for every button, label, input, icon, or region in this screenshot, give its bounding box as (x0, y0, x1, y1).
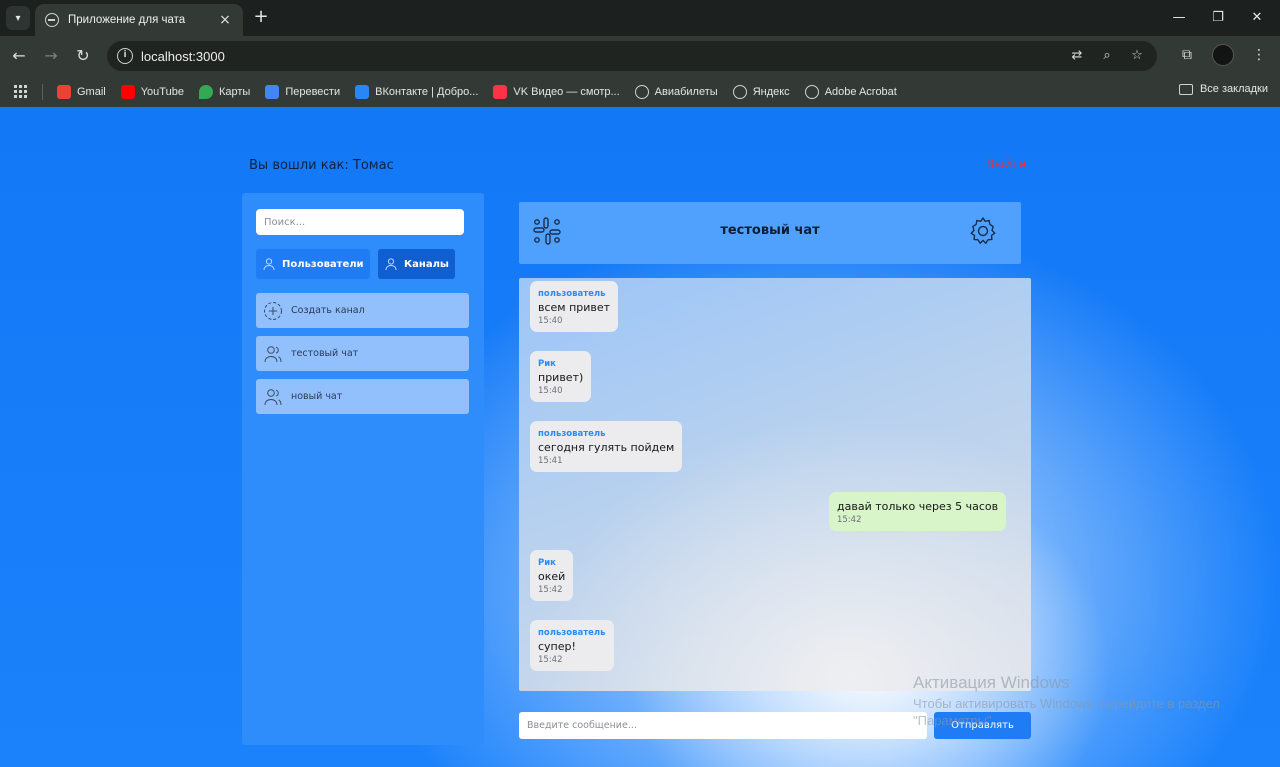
tab-title: Приложение для чата (68, 14, 186, 26)
vk-icon (355, 84, 370, 99)
browser-toolbar: ← → ↻ i localhost:3000 ⇄ ⌕ ☆ ⧉ ⋮ (0, 36, 1280, 76)
url-text: localhost:3000 (141, 48, 225, 64)
message-text: окей (538, 570, 566, 583)
address-bar[interactable]: i localhost:3000 ⇄ ⌕ ☆ (107, 41, 1157, 71)
messages-list: пользователь всем привет 15:40 Рик приве… (519, 278, 1031, 691)
site-info-icon[interactable]: i (117, 48, 133, 64)
globe-icon (634, 84, 649, 99)
users-icon (264, 345, 282, 362)
message-author: пользователь (538, 429, 606, 439)
windows-activation-text: Чтобы активировать Windows, перейдите в … (913, 696, 1220, 711)
create-channel-button[interactable]: Создать канал (256, 293, 469, 328)
users-button[interactable]: Пользователи (256, 249, 370, 279)
folder-icon (1178, 83, 1193, 95)
bookmark-vk[interactable]: ВКонтакте | Добро... (355, 84, 478, 99)
bookmark-translate[interactable]: Перевести (265, 84, 340, 99)
channel-item[interactable]: новый чат (256, 379, 469, 414)
message-time: 15:42 (538, 655, 563, 665)
message-text: сегодня гулять пойдем (538, 441, 675, 454)
browser-tab[interactable]: Приложение для чата × (35, 4, 243, 36)
extensions-icon[interactable]: ⧉ (1176, 44, 1198, 66)
gmail-icon (57, 84, 71, 99)
message-text: супер! (538, 640, 576, 653)
zoom-icon[interactable]: ⌕ (1097, 46, 1117, 66)
globe-icon (45, 13, 59, 27)
vk-video-icon (493, 84, 508, 99)
new-tab-button[interactable]: + (251, 7, 271, 27)
search-input[interactable] (256, 209, 464, 235)
bookmark-star-icon[interactable]: ☆ (1127, 46, 1147, 66)
menu-icon[interactable]: ⋮ (1248, 44, 1270, 66)
message-time: 15:40 (538, 386, 563, 396)
message-time: 15:41 (538, 456, 563, 466)
chat-header: тестовый чат (519, 202, 1021, 264)
message-bubble: пользователь супер! 15:42 (530, 620, 614, 671)
message-text: давай только через 5 часов (837, 500, 999, 513)
gear-icon[interactable] (967, 215, 999, 247)
logout-link[interactable]: Выйти (986, 157, 1026, 171)
bookmark-acrobat[interactable]: Adobe Acrobat (804, 84, 897, 99)
sidebar: Пользователи Каналы Создать канал тестов… (242, 193, 484, 745)
message-author: Рик (538, 359, 556, 369)
logged-in-label: Вы вошли как: Томас (249, 158, 394, 173)
message-text: всем привет (538, 301, 611, 314)
close-tab-icon[interactable]: × (217, 12, 233, 28)
reload-button[interactable]: ↻ (71, 44, 95, 68)
bookmarks-bar: Gmail YouTube Карты Перевести ВКонтакте … (0, 76, 1280, 107)
minimize-button[interactable]: — (1164, 6, 1194, 30)
all-bookmarks[interactable]: Все закладки (1178, 83, 1268, 95)
message-bubble: пользователь сегодня гулять пойдем 15:41 (530, 421, 683, 472)
bookmarks-divider (42, 83, 43, 100)
globe-icon (804, 84, 819, 99)
tab-strip: ▾ Приложение для чата × + — ❐ ✕ (0, 0, 1280, 36)
forward-button[interactable]: → (39, 44, 63, 68)
bookmark-maps[interactable]: Карты (198, 84, 250, 99)
back-button[interactable]: ← (7, 44, 31, 68)
chat-title: тестовый чат (720, 223, 820, 238)
user-icon (263, 258, 275, 271)
chat-app-page: Вы вошли как: Томас Выйти Пользователи К… (0, 107, 1280, 767)
message-bubble: Рик окей 15:42 (530, 550, 574, 601)
translate-icon[interactable]: ⇄ (1067, 46, 1087, 66)
message-author: пользователь (538, 628, 606, 638)
bookmark-avia[interactable]: Авиабилеты (634, 84, 718, 99)
bookmark-youtube[interactable]: YouTube (120, 84, 184, 99)
restore-button[interactable]: ❐ (1203, 6, 1233, 30)
add-circle-icon (264, 301, 282, 320)
message-bubble: пользователь всем привет 15:40 (530, 281, 619, 332)
maps-icon (198, 84, 213, 99)
tab-search-menu-button[interactable]: ▾ (6, 6, 30, 30)
message-time: 15:42 (837, 515, 862, 525)
own-message-bubble: давай только через 5 часов 15:42 (829, 492, 1007, 531)
windows-activation-text: "Параметры". (913, 713, 996, 728)
message-time: 15:42 (538, 585, 563, 595)
globe-icon (732, 84, 747, 99)
message-bubble: Рик привет) 15:40 (530, 351, 592, 402)
user-icon (385, 258, 397, 271)
youtube-icon (120, 84, 135, 99)
channel-item[interactable]: тестовый чат (256, 336, 469, 371)
apps-icon[interactable] (14, 84, 28, 99)
message-author: Рик (538, 558, 556, 568)
message-text: привет) (538, 371, 584, 384)
translate-icon (265, 84, 280, 99)
channels-button[interactable]: Каналы (378, 249, 455, 279)
message-input[interactable] (519, 712, 927, 739)
bookmark-vk-video[interactable]: VK Видео — смотр... (493, 84, 620, 99)
bookmark-yandex[interactable]: Яндекс (732, 84, 790, 99)
windows-activation-title: Активация Windows (913, 673, 1070, 692)
bookmark-gmail[interactable]: Gmail (57, 84, 106, 99)
users-icon (264, 388, 282, 405)
profile-avatar[interactable] (1212, 44, 1234, 66)
close-window-button[interactable]: ✕ (1242, 6, 1272, 30)
message-author: пользователь (538, 289, 606, 299)
message-time: 15:40 (538, 316, 563, 326)
